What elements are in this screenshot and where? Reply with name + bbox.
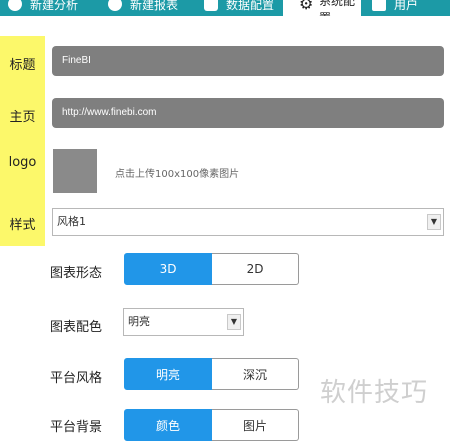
homepage-input[interactable]: http://www.finebi.com — [52, 98, 444, 128]
logo-upload-box[interactable] — [53, 149, 97, 193]
platform-style-bright-option[interactable]: 明亮 — [124, 358, 212, 390]
logo-upload-hint: 点击上传100x100像素图片 — [115, 169, 240, 180]
gear-icon: ⚙ — [299, 0, 314, 13]
chart-color-label: 图表配色 — [50, 320, 103, 335]
tab-new-report[interactable]: 新建报表 — [108, 0, 178, 16]
platform-bg-image-option[interactable]: 图片 — [212, 409, 299, 441]
style-select-value: 风格1 — [57, 215, 86, 228]
tab-data-config[interactable]: 数据配置 — [204, 0, 274, 16]
tab-new-analysis[interactable]: 新建分析 — [8, 0, 78, 16]
database-icon — [204, 0, 218, 11]
tab-system-config[interactable]: ⚙ 系统配置 — [283, 0, 361, 16]
chart-color-select[interactable]: 明亮 ▼ — [123, 308, 244, 336]
user-icon — [372, 0, 386, 11]
title-input[interactable]: FineBI — [52, 46, 444, 76]
chart-color-value: 明亮 — [128, 315, 150, 328]
globe-icon — [108, 0, 122, 11]
title-label: 标题 — [9, 58, 36, 73]
platform-bg-toggle: 颜色 图片 — [124, 409, 299, 441]
tab-label: 数据配置 — [226, 0, 275, 12]
tab-label: 用户 — [394, 0, 419, 12]
platform-style-dark-option[interactable]: 深沉 — [212, 358, 299, 390]
platform-style-toggle: 明亮 深沉 — [124, 358, 299, 390]
top-nav-bar: 新建分析 新建报表 数据配置 ⚙ 系统配置 用户 — [0, 0, 450, 16]
logo-label: logo — [8, 155, 37, 170]
tab-label: 新建分析 — [30, 0, 79, 12]
chevron-down-icon[interactable]: ▼ — [427, 214, 441, 230]
chevron-down-icon[interactable]: ▼ — [227, 314, 241, 330]
chart-form-toggle: 3D 2D — [124, 253, 299, 285]
homepage-label: 主页 — [9, 110, 36, 125]
tab-label: 新建报表 — [130, 0, 179, 12]
info-icon — [8, 0, 22, 11]
chart-form-3d-option[interactable]: 3D — [124, 253, 212, 285]
chart-form-2d-option[interactable]: 2D — [212, 253, 299, 285]
platform-bg-color-option[interactable]: 颜色 — [124, 409, 212, 441]
tab-user[interactable]: 用户 — [372, 0, 418, 16]
style-select[interactable]: 风格1 ▼ — [52, 208, 444, 236]
style-label: 样式 — [9, 218, 36, 233]
chart-form-label: 图表形态 — [50, 266, 103, 281]
platform-bg-label: 平台背景 — [50, 420, 103, 435]
watermark-text: 软件技巧 — [320, 378, 429, 408]
tab-label: 系统配置 — [319, 0, 356, 16]
platform-style-label: 平台风格 — [50, 371, 103, 386]
